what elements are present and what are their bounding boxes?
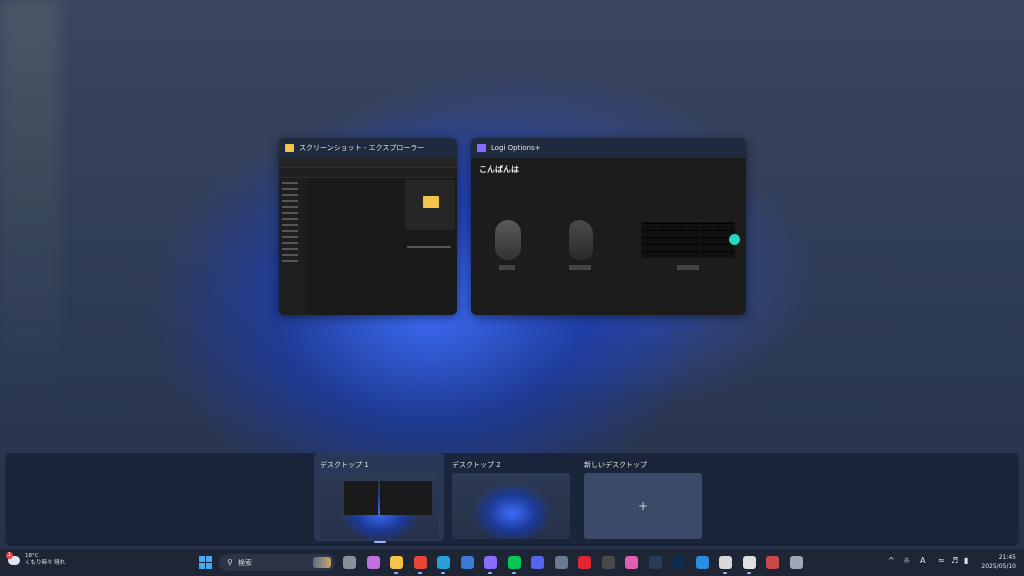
device-label <box>677 265 699 270</box>
logi-window-title: Logi Options+ <box>491 144 541 152</box>
uniqlo-icon[interactable] <box>578 556 591 569</box>
mini-window <box>344 481 378 515</box>
show-hidden-icons-chevron[interactable]: ^ <box>888 556 895 565</box>
weather-temp: 18°C <box>25 553 39 559</box>
vscode-icon[interactable] <box>696 556 709 569</box>
search-placeholder: 検索 <box>237 558 252 567</box>
running-indicator <box>441 572 445 574</box>
explorer-address-bar <box>279 168 457 178</box>
logi-options-icon <box>477 144 486 152</box>
desktop-2[interactable]: デスクトップ 2 <box>446 453 576 541</box>
weather-condition: くもり時々 晴れ <box>25 560 66 566</box>
logi-greeting: こんばんは <box>479 165 519 174</box>
explorer-navigation-pane <box>279 178 307 315</box>
volume-icon[interactable]: ♬ <box>951 556 958 565</box>
line-icon[interactable] <box>508 556 521 569</box>
running-indicator <box>418 572 422 574</box>
active-desktop-indicator <box>374 541 386 543</box>
obs-icon[interactable] <box>743 556 756 569</box>
weather-text: 18°C くもり時々 晴れ <box>25 553 65 567</box>
running-indicator <box>488 572 492 574</box>
photos-icon[interactable] <box>625 556 638 569</box>
start-button[interactable] <box>199 556 212 569</box>
plus-icon: + <box>637 499 649 513</box>
new-desktop[interactable]: 新しいデスクトップ + <box>578 453 708 541</box>
task-view-icon[interactable] <box>343 556 356 569</box>
logi-window-content: こんばんは <box>471 158 746 315</box>
sun-icon[interactable]: ☼ <box>903 556 910 565</box>
calculator-icon[interactable] <box>555 556 568 569</box>
mouse-device-image <box>495 220 521 260</box>
clock-date: 2025/05/10 <box>981 563 1016 570</box>
copilot-icon[interactable] <box>367 556 380 569</box>
add-device-button <box>729 234 740 245</box>
explorer-window-titlebar: スクリーンショット - エクスプローラー <box>279 138 457 158</box>
explorer-window-preview[interactable]: スクリーンショット - エクスプローラー <box>279 138 457 315</box>
logi-window-titlebar: Logi Options+ <box>471 138 746 158</box>
device-label <box>569 265 591 270</box>
search-highlight-icon <box>313 557 331 568</box>
store-icon[interactable] <box>461 556 474 569</box>
weather-widget[interactable]: 1 18°C くもり時々 晴れ <box>6 551 65 567</box>
notification-badge: 1 <box>6 551 13 559</box>
folder-preview-icon <box>423 196 439 208</box>
desktop-1[interactable]: デスクトップ 1 <box>314 453 444 541</box>
desktop-1-thumbnail[interactable] <box>320 473 438 539</box>
running-indicator <box>512 572 516 574</box>
mini-window <box>380 481 432 515</box>
virtual-desktop-bar: デスクトップ 1 デスクトップ 2 新しいデスクトップ + <box>5 453 1019 546</box>
wifi-icon[interactable]: ≈ <box>938 556 945 565</box>
chrome-icon[interactable] <box>414 556 427 569</box>
file-explorer-icon[interactable] <box>390 556 403 569</box>
logi-options-icon[interactable] <box>484 556 497 569</box>
running-indicator <box>723 572 727 574</box>
search-icon: ⚲ <box>227 558 233 567</box>
folder-icon <box>285 144 294 152</box>
desktop-1-label: デスクトップ 1 <box>320 461 369 469</box>
lightroom-icon[interactable] <box>649 556 662 569</box>
logi-options-window-preview[interactable]: Logi Options+ こんばんは <box>471 138 746 315</box>
davinci-icon[interactable] <box>602 556 615 569</box>
explorer-preview-text <box>407 246 451 248</box>
clock[interactable]: 21:45 2025/05/10 <box>981 553 1016 571</box>
running-indicator <box>394 572 398 574</box>
photoshop-icon[interactable] <box>672 556 685 569</box>
cloud-icon: 1 <box>6 551 20 565</box>
desktop-2-thumbnail[interactable] <box>452 473 570 539</box>
explorer-window-content <box>279 158 457 315</box>
clock-time: 21:45 <box>998 554 1016 561</box>
ime-indicator[interactable]: A <box>920 556 925 565</box>
settings-icon[interactable] <box>790 556 803 569</box>
device-label <box>499 265 515 270</box>
explorer-window-title: スクリーンショット - エクスプローラー <box>299 144 425 152</box>
search-box[interactable]: ⚲ 検索 <box>219 554 335 571</box>
mouse-device-image-2 <box>569 220 593 260</box>
new-desktop-label: 新しいデスクトップ <box>584 461 647 469</box>
explorer-toolbar <box>279 158 457 168</box>
wallpaper-blur <box>0 0 60 400</box>
battery-icon[interactable]: ▮ <box>964 556 968 565</box>
new-desktop-button[interactable]: + <box>584 473 702 539</box>
snipping-icon[interactable] <box>719 556 732 569</box>
desktop-2-label: デスクトップ 2 <box>452 461 501 469</box>
running-indicator <box>747 572 751 574</box>
keyboard-device-image <box>641 222 735 258</box>
edge-icon[interactable] <box>437 556 450 569</box>
discord-icon[interactable] <box>531 556 544 569</box>
paint-icon[interactable] <box>766 556 779 569</box>
